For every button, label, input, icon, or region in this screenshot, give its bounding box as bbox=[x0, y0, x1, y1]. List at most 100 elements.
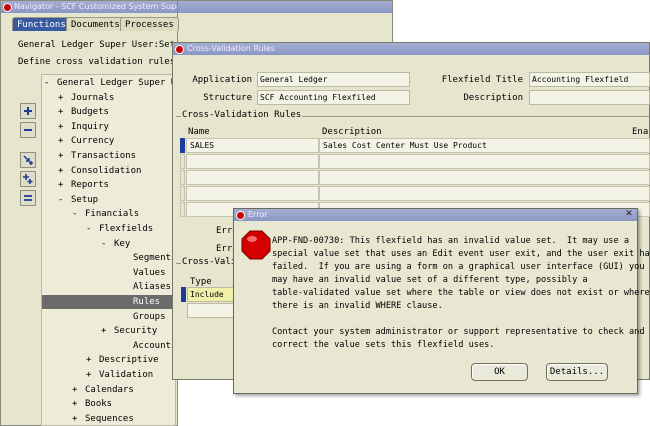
flexfield-title-field[interactable]: Accounting Flexfield bbox=[529, 72, 650, 87]
collapse-all-button[interactable] bbox=[20, 190, 36, 206]
collapse-button[interactable] bbox=[20, 122, 36, 138]
tree-item-label: Reports bbox=[71, 180, 109, 191]
rule-name-cell[interactable]: SALES bbox=[186, 138, 319, 153]
tree-item[interactable]: + Books bbox=[42, 397, 175, 411]
type-field[interactable]: Include bbox=[187, 287, 237, 302]
tree-item[interactable]: + Validation bbox=[42, 368, 175, 382]
tree-item[interactable]: + Descriptive bbox=[42, 353, 175, 367]
rule-row-marker[interactable] bbox=[180, 170, 185, 185]
tree-item[interactable]: - Key bbox=[42, 237, 175, 251]
tree-item[interactable]: - General Ledger Super Use bbox=[42, 76, 175, 90]
table-row[interactable] bbox=[186, 170, 650, 185]
type-field-empty[interactable] bbox=[187, 303, 237, 318]
rule-row-marker[interactable] bbox=[180, 138, 185, 153]
tree-item[interactable]: Rules bbox=[42, 295, 175, 309]
tree-item[interactable]: + Sequences bbox=[42, 412, 175, 425]
rule-row-marker[interactable] bbox=[180, 186, 185, 201]
expand-toggle-icon[interactable]: + bbox=[72, 383, 77, 397]
tree-item[interactable]: - Flexfields bbox=[42, 222, 175, 236]
tree-item[interactable]: + Transactions bbox=[42, 149, 175, 163]
collapse-all-icon bbox=[24, 195, 32, 201]
col-type-header: Type bbox=[190, 277, 212, 287]
collapse-toggle-icon[interactable]: - bbox=[44, 76, 49, 90]
table-row[interactable] bbox=[186, 186, 650, 201]
tree-item[interactable]: + Security bbox=[42, 324, 175, 338]
collapse-toggle-icon[interactable]: - bbox=[101, 237, 106, 251]
collapse-toggle-icon[interactable]: - bbox=[86, 222, 91, 236]
table-row[interactable]: SALES Sales Cost Center Must Use Product bbox=[186, 138, 650, 153]
cvr-title-bar[interactable]: Cross-Validation Rules bbox=[173, 43, 649, 55]
tree-item[interactable]: Aliases bbox=[42, 280, 175, 294]
tree-item-label: Sequences bbox=[85, 413, 134, 424]
tree-item[interactable]: Groups bbox=[42, 310, 175, 324]
application-field[interactable]: General Ledger bbox=[257, 72, 410, 87]
tree-item-label: Key bbox=[114, 238, 131, 249]
expand-toggle-icon[interactable]: + bbox=[58, 164, 63, 178]
tree-item[interactable]: + Reports bbox=[42, 178, 175, 192]
rule-description-cell[interactable]: Sales Cost Center Must Use Product bbox=[319, 138, 650, 153]
tab-documents[interactable]: Documents bbox=[66, 17, 125, 31]
element-row-marker[interactable] bbox=[181, 287, 186, 302]
flexfield-title-label: Flexfield Title bbox=[441, 75, 523, 85]
description-label: Description bbox=[463, 93, 523, 103]
tree-item[interactable]: + Calendars bbox=[42, 383, 175, 397]
tree-item[interactable]: + Currency bbox=[42, 134, 175, 148]
tree-item[interactable]: - Setup bbox=[42, 193, 175, 207]
error-title-bar[interactable]: Error ✕ bbox=[234, 209, 637, 221]
rule-description-cell[interactable] bbox=[319, 186, 650, 201]
collapse-toggle-icon[interactable]: - bbox=[72, 207, 77, 221]
rule-description-cell[interactable] bbox=[319, 170, 650, 185]
rule-name-cell[interactable] bbox=[186, 186, 319, 201]
expand-toggle-icon[interactable]: + bbox=[58, 178, 63, 192]
expand-all-button[interactable] bbox=[20, 171, 36, 187]
expand-toggle-icon[interactable]: + bbox=[101, 324, 106, 338]
tree-item-label: Financials bbox=[85, 209, 140, 220]
tree-item-label: Accounts bbox=[133, 340, 176, 351]
expand-toggle-icon[interactable]: + bbox=[58, 105, 63, 119]
expand-toggle-icon[interactable]: + bbox=[72, 397, 77, 411]
rule-description-cell[interactable] bbox=[319, 154, 650, 169]
tree-item[interactable]: + Consolidation bbox=[42, 164, 175, 178]
details-button[interactable]: Details... bbox=[546, 363, 608, 381]
expand-toggle-icon[interactable]: + bbox=[86, 353, 91, 367]
tree-item[interactable]: - Financials bbox=[42, 207, 175, 221]
col-enabled-header: Ena bbox=[632, 127, 649, 137]
oracle-icon bbox=[175, 45, 184, 54]
oracle-icon bbox=[3, 3, 12, 12]
expand-toggle-icon[interactable]: + bbox=[58, 134, 63, 148]
rule-name-cell[interactable] bbox=[186, 154, 319, 169]
expand-toggle-icon[interactable]: + bbox=[58, 91, 63, 105]
tree-item[interactable]: Accounts bbox=[42, 339, 176, 353]
close-icon[interactable]: ✕ bbox=[624, 209, 634, 219]
tree-item[interactable]: + Journals bbox=[42, 91, 175, 105]
expand-toggle-icon[interactable]: + bbox=[58, 149, 63, 163]
expand-branch-button[interactable] bbox=[20, 152, 36, 168]
tree-item[interactable]: Segments bbox=[42, 251, 175, 265]
tab-processes[interactable]: Processes bbox=[120, 17, 179, 31]
navigator-title-bar[interactable]: Navigator - SCF Customized System Super … bbox=[1, 1, 177, 13]
tree-item[interactable]: Values bbox=[42, 266, 175, 280]
tab-functions[interactable]: Functions bbox=[12, 17, 71, 31]
expand-button[interactable] bbox=[20, 103, 36, 119]
expand-icon bbox=[24, 107, 32, 115]
expand-toggle-icon[interactable]: + bbox=[72, 412, 77, 425]
expand-toggle-icon[interactable]: + bbox=[58, 120, 63, 134]
rule-name-cell[interactable] bbox=[186, 170, 319, 185]
elements-section-title: Cross-Vali bbox=[181, 257, 238, 267]
ok-button[interactable]: OK bbox=[471, 363, 528, 381]
table-row[interactable] bbox=[186, 154, 650, 169]
description-field[interactable] bbox=[529, 90, 650, 105]
rule-row-marker[interactable] bbox=[180, 154, 185, 169]
navigator-title-bar-ext[interactable] bbox=[178, 1, 392, 13]
tree-item-label: Transactions bbox=[71, 151, 137, 161]
expand-toggle-icon[interactable]: + bbox=[86, 368, 91, 382]
application-label: Application bbox=[192, 75, 252, 85]
tree-item[interactable]: + Budgets bbox=[42, 105, 175, 119]
oracle-icon bbox=[236, 211, 245, 220]
collapse-toggle-icon[interactable]: - bbox=[58, 193, 63, 207]
rule-row-marker[interactable] bbox=[180, 202, 185, 217]
tree-item[interactable]: + Inquiry bbox=[42, 120, 175, 134]
function-tree[interactable]: - General Ledger Super Use + Journals + Budge… bbox=[41, 74, 176, 426]
tree-item-label: Journals bbox=[71, 92, 115, 103]
structure-field[interactable]: SCF Accounting Flexfiled bbox=[257, 90, 410, 105]
